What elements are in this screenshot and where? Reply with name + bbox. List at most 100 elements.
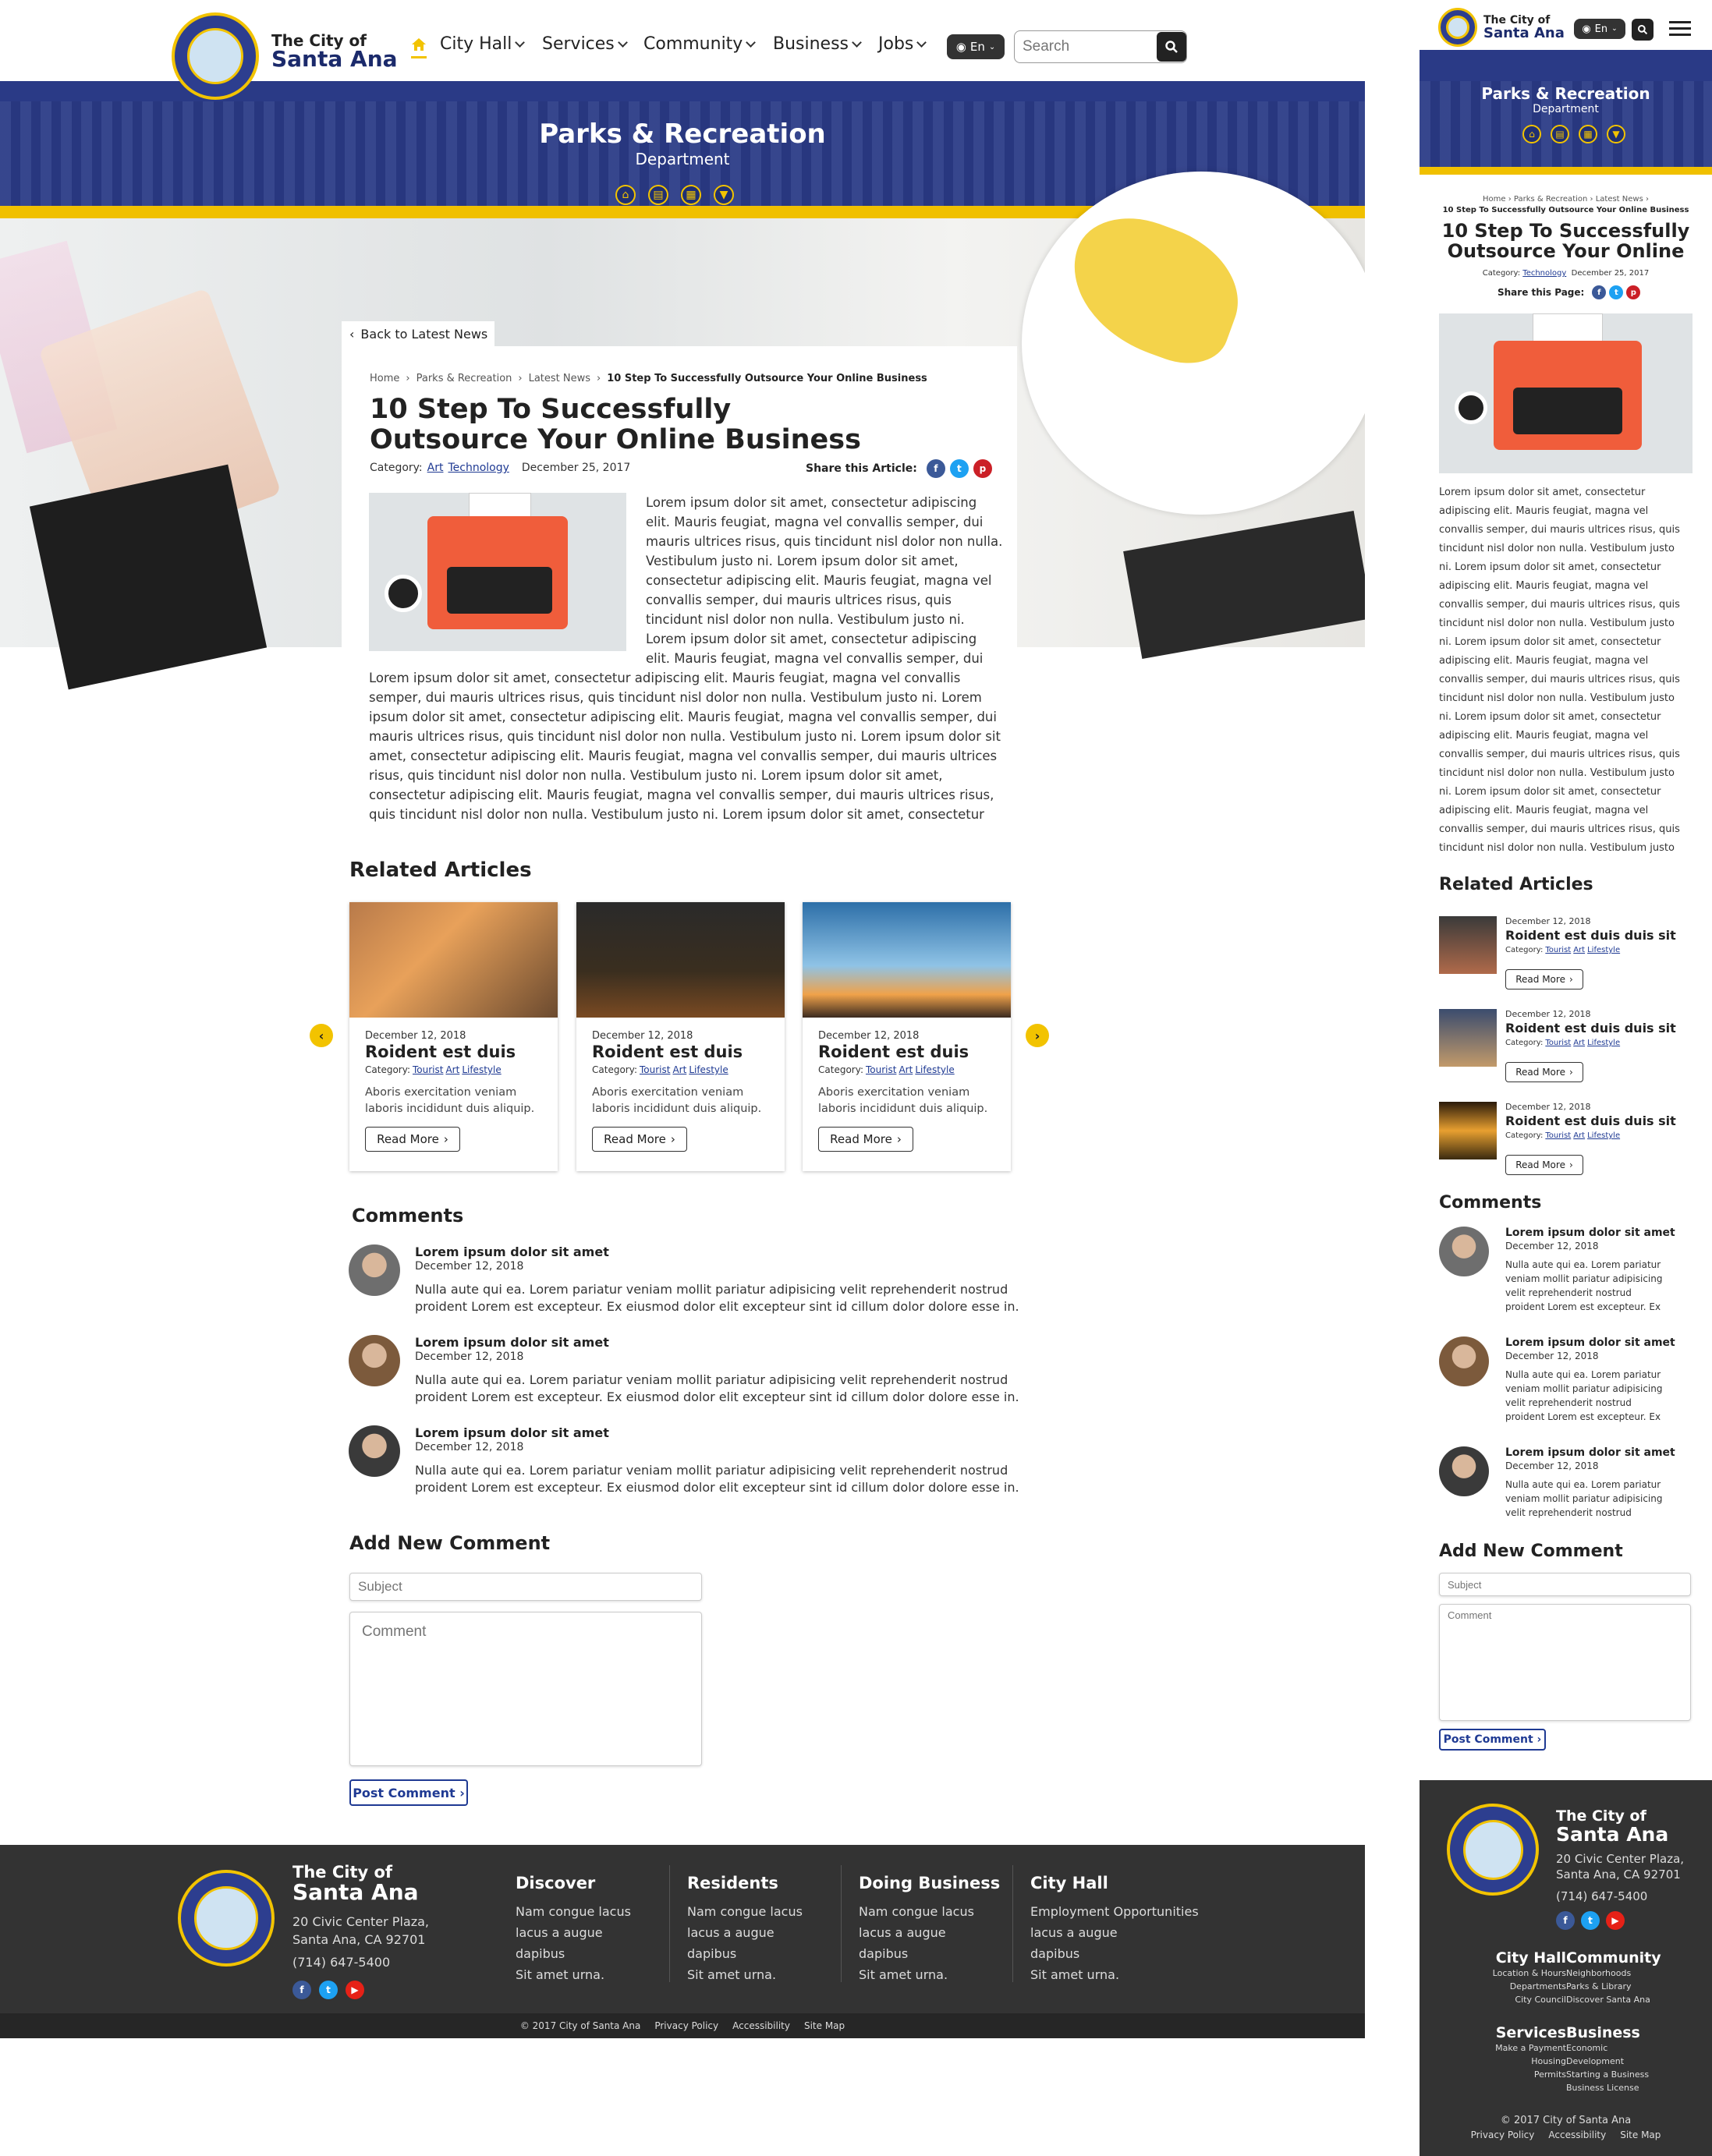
twitter-icon[interactable]: t [319,1981,338,1999]
document-icon[interactable]: ▤ [648,185,668,205]
footer-phone[interactable]: (714) 647-5400 [292,1955,429,1970]
facebook-icon[interactable]: f [1592,285,1607,299]
tag-link-lifestyle[interactable]: Lifestyle [915,1064,954,1075]
footer-phone[interactable]: (714) 647-5400 [1556,1889,1684,1903]
search-input[interactable] [1023,33,1155,61]
language-selector[interactable]: ◉ En ⌄ [947,34,1005,59]
related-article-image[interactable] [1439,1009,1497,1067]
footer-link[interactable]: Make a Payment [1468,2041,1566,2055]
related-title[interactable]: Roident est duis [592,1043,743,1061]
tag-link-art[interactable]: Art [899,1064,913,1075]
brand-name[interactable]: The City of Santa Ana [271,33,398,70]
privacy-policy-link[interactable]: Privacy Policy [1471,2129,1535,2140]
tag-link-lifestyle[interactable]: Lifestyle [689,1064,728,1075]
footer-link[interactable]: Nam congue lacus [516,1901,631,1922]
back-to-news-link[interactable]: ‹ Back to Latest News [342,321,494,346]
footer-link[interactable]: City Council [1468,1993,1566,2006]
breadcrumb-parks[interactable]: Parks & Recreation [416,373,512,384]
language-selector[interactable]: ◉ En ⌄ [1574,19,1625,39]
nav-business[interactable]: Business [773,34,862,54]
pinterest-icon[interactable]: p [973,459,992,478]
footer-link[interactable]: Nam congue lacus [687,1901,803,1922]
nav-community[interactable]: Community [643,34,757,54]
comment-textarea[interactable] [349,1612,702,1766]
carousel-next-button[interactable]: › [1026,1024,1049,1047]
accessibility-link[interactable]: Accessibility [1548,2129,1606,2140]
calendar-icon[interactable]: ▦ [681,185,701,205]
footer-link[interactable]: dapibus [687,1943,736,1964]
footer-link[interactable]: Location & Hours [1468,1967,1566,1980]
carousel-prev-button[interactable]: ‹ [310,1024,333,1047]
category-link-art[interactable]: Art [427,462,444,474]
tag-link-art[interactable]: Art [1573,946,1585,954]
read-more-button[interactable]: Read More › [1505,1062,1583,1082]
search-button[interactable] [1632,19,1654,41]
tag-link-art[interactable]: Art [445,1064,459,1075]
subject-input[interactable] [349,1573,702,1601]
footer-link[interactable]: lacus a augue [687,1922,774,1943]
footer-link[interactable]: Permits [1468,2068,1566,2081]
home-icon[interactable] [411,37,427,58]
read-more-button[interactable]: Read More › [1505,1155,1583,1175]
accessibility-link[interactable]: Accessibility [732,2020,790,2031]
facebook-icon[interactable]: f [292,1981,311,1999]
subject-input[interactable] [1439,1573,1691,1596]
city-seal-logo[interactable] [172,12,259,100]
footer-link[interactable]: Business License [1566,2081,1664,2094]
footer-link[interactable]: Sit amet urna. [859,1964,948,1985]
tag-link-art[interactable]: Art [672,1064,686,1075]
related-article-card[interactable]: December 12, 2018 Roident est duis Categor… [349,902,558,1171]
footer-link[interactable]: dapibus [859,1943,908,1964]
facebook-icon[interactable]: f [926,459,945,478]
twitter-icon[interactable]: t [949,459,969,478]
twitter-icon[interactable]: t [1581,1911,1600,1930]
nav-jobs[interactable]: Jobs [878,34,927,54]
read-more-button[interactable]: Read More › [365,1127,460,1152]
footer-link[interactable]: Starting a Business [1566,2068,1664,2081]
footer-link[interactable]: Sit amet urna. [687,1964,776,1985]
comment-textarea[interactable] [1439,1604,1691,1721]
tag-link-lifestyle[interactable]: Lifestyle [462,1064,501,1075]
related-article-card[interactable]: December 12, 2018 Roident est duis Categor… [576,902,785,1171]
menu-icon[interactable] [1669,17,1691,40]
pinterest-icon[interactable]: p [1626,285,1641,299]
read-more-button[interactable]: Read More › [592,1127,687,1152]
document-icon[interactable]: ▤ [1551,125,1569,143]
home-icon[interactable]: ⌂ [1522,125,1541,143]
site-map-link[interactable]: Site Map [804,2020,845,2031]
footer-link[interactable]: Employment Opportunities [1030,1901,1199,1922]
calendar-icon[interactable]: ▦ [1579,125,1597,143]
tag-link-lifestyle[interactable]: Lifestyle [1587,1131,1620,1140]
read-more-button[interactable]: Read More › [818,1127,913,1152]
twitter-icon[interactable]: t [1609,285,1624,299]
read-more-button[interactable]: Read More › [1505,969,1583,989]
tag-link-tourist[interactable]: Tourist [866,1064,896,1075]
footer-link[interactable]: lacus a augue [516,1922,603,1943]
footer-link[interactable]: dapibus [516,1943,565,1964]
tag-link-tourist[interactable]: Tourist [1545,946,1571,954]
related-title[interactable]: Roident est duis [818,1043,969,1061]
youtube-icon[interactable]: ▶ [346,1981,364,1999]
brand-name[interactable]: The City of Santa Ana [1483,14,1565,41]
related-article-image[interactable] [1439,1102,1497,1159]
footer-link[interactable]: Sit amet urna. [1030,1964,1119,1985]
post-comment-button[interactable]: Post Comment › [1439,1729,1546,1751]
footer-link[interactable]: Neighborhoods [1566,1967,1664,1980]
related-title[interactable]: Roident est duis duis sit [1505,928,1676,943]
tag-link-tourist[interactable]: Tourist [1545,1131,1571,1140]
cart-icon[interactable]: ▼ [714,185,734,205]
search-button[interactable] [1157,32,1186,62]
footer-link[interactable]: lacus a augue [1030,1922,1118,1943]
youtube-icon[interactable]: ▶ [1606,1911,1625,1930]
related-title[interactable]: Roident est duis duis sit [1505,1021,1676,1036]
related-article-card[interactable]: December 12, 2018 Roident est duis Categor… [803,902,1011,1171]
related-article-image[interactable] [576,902,785,1018]
footer-link[interactable]: Nam congue lacus [859,1901,974,1922]
footer-link[interactable]: Housing [1468,2055,1566,2068]
tag-link-art[interactable]: Art [1573,1131,1585,1140]
post-comment-button[interactable]: Post Comment › [349,1779,468,1806]
related-article-image[interactable] [349,902,558,1018]
facebook-icon[interactable]: f [1556,1911,1575,1930]
breadcrumb-home[interactable]: Home [1483,195,1506,204]
tag-link-tourist[interactable]: Tourist [640,1064,670,1075]
